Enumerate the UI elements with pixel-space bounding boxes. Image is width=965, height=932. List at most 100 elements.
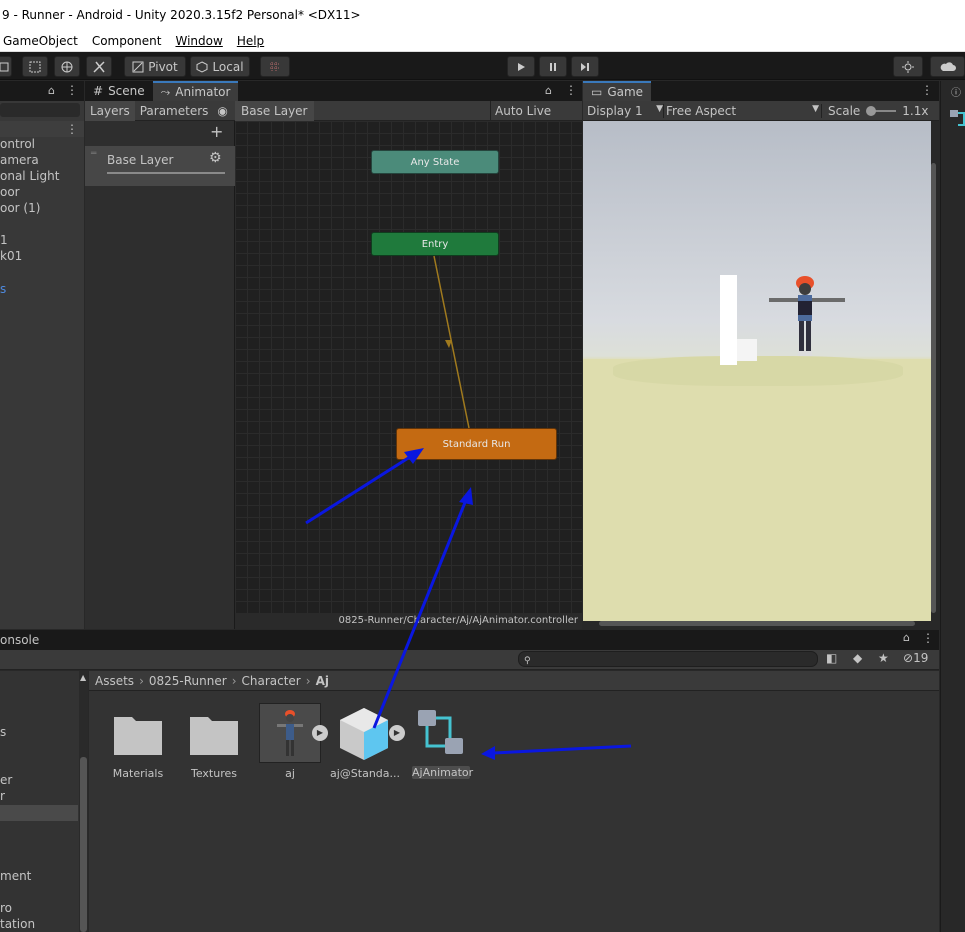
hierarchy-item[interactable]: amera xyxy=(0,153,39,167)
project-folder-tree: ▲ s er r ment ro tation xyxy=(0,671,88,932)
folder-item[interactable]: er xyxy=(0,773,12,787)
folder-item[interactable]: s xyxy=(0,725,6,739)
asset-label: aj xyxy=(285,767,295,780)
tab-animator[interactable]: ⤳ Animator xyxy=(152,81,239,101)
chevron-down-icon: ▼ xyxy=(812,103,819,114)
favorite-star-icon[interactable]: ★ xyxy=(878,651,889,665)
folder-icon[interactable] xyxy=(114,713,162,758)
hierarchy-item[interactable]: s xyxy=(0,282,6,296)
grid-snap-icon[interactable] xyxy=(260,56,290,77)
hierarchy-item[interactable]: onal Light xyxy=(0,169,59,183)
kebab-menu-icon[interactable]: ⋮ xyxy=(66,122,78,136)
hierarchy-item[interactable]: ontrol xyxy=(0,137,35,151)
tab-parameters[interactable]: Parameters xyxy=(135,104,214,118)
animator-tabbar: # Scene ⤳ Animator ⌂ ⋮ xyxy=(85,81,582,101)
tab-layers[interactable]: Layers xyxy=(85,100,135,121)
hidden-packages-icon[interactable]: ⊘19 xyxy=(903,651,928,665)
animator-graph[interactable]: Any State Entry Standard Run xyxy=(235,121,582,613)
menu-gameobject[interactable]: GameObject xyxy=(3,34,78,48)
transform-tool-icon[interactable] xyxy=(54,56,80,77)
selected-folder-row[interactable] xyxy=(0,805,78,821)
layer-row[interactable]: ═ Base Layer ⚙ xyxy=(85,146,235,186)
search-icon: ⚲ xyxy=(524,656,531,666)
transition-arrow[interactable] xyxy=(235,121,582,613)
game-view[interactable] xyxy=(583,121,931,621)
project-toolbar: ⚲ ◧ ◆ ★ ⊘19 xyxy=(0,650,939,670)
menu-component[interactable]: Component xyxy=(92,34,162,48)
pillar xyxy=(720,275,737,365)
kebab-menu-icon[interactable]: ⋮ xyxy=(66,83,78,97)
gamepad-icon: ▭ xyxy=(591,85,603,99)
layer-weight-slider[interactable] xyxy=(107,172,225,174)
eye-icon[interactable]: ◉ xyxy=(217,104,227,118)
horizontal-scrollbar[interactable] xyxy=(599,621,915,626)
vertical-scrollbar[interactable] xyxy=(79,671,88,932)
tab-scene[interactable]: # Scene xyxy=(85,81,153,101)
local-button[interactable]: Local xyxy=(190,56,250,77)
window-title: 9 - Runner - Android - Unity 2020.3.15f2… xyxy=(0,0,965,30)
pillar xyxy=(737,339,757,361)
expand-play-icon[interactable]: ▶ xyxy=(312,725,328,741)
chevron-up-icon[interactable]: ▲ xyxy=(80,673,86,682)
custom-tool-icon[interactable] xyxy=(86,56,112,77)
menu-window[interactable]: Window xyxy=(175,34,222,48)
project-breadcrumb: Assets › 0825-Runner › Character › Aj xyxy=(89,671,939,691)
pivot-button[interactable]: Pivot xyxy=(124,56,186,77)
tab-game[interactable]: ▭ Game xyxy=(583,81,652,101)
cloud-icon[interactable] xyxy=(930,56,965,77)
animator-controller-icon[interactable] xyxy=(415,707,467,764)
auto-live-link-button[interactable]: Auto Live Link xyxy=(490,101,582,138)
inspector-panel: ⓘ xyxy=(940,81,965,932)
services-icon[interactable] xyxy=(893,56,923,77)
bottom-tabbar: onsole ⌂ ⋮ xyxy=(0,630,939,650)
hierarchy-search-input[interactable] xyxy=(0,103,80,117)
hidden-count: 19 xyxy=(913,651,929,665)
display-dropdown[interactable]: Display 1 ▼ xyxy=(583,104,663,118)
breadcrumb-character[interactable]: Character xyxy=(242,674,301,688)
scale-label: Scale xyxy=(821,103,860,118)
filter-type-icon[interactable]: ◧ xyxy=(826,651,837,665)
breadcrumb-assets[interactable]: Assets xyxy=(95,674,134,688)
pause-button[interactable] xyxy=(539,56,567,77)
step-button[interactable] xyxy=(571,56,599,77)
kebab-menu-icon[interactable]: ⋮ xyxy=(565,83,577,97)
layer-name: Base Layer xyxy=(107,153,174,167)
tab-console[interactable]: onsole xyxy=(0,633,39,647)
breadcrumb[interactable]: Base Layer xyxy=(235,101,314,121)
breadcrumb-runner[interactable]: 0825-Runner xyxy=(149,674,227,688)
add-layer-icon[interactable]: + xyxy=(210,122,223,141)
folder-item[interactable]: ment xyxy=(0,869,31,883)
aspect-dropdown[interactable]: Free Aspect ▼ xyxy=(663,103,821,118)
expand-play-icon[interactable]: ▶ xyxy=(389,725,405,741)
project-search-input[interactable]: ⚲ xyxy=(518,651,818,667)
kebab-menu-icon[interactable]: ⋮ xyxy=(921,83,933,97)
hierarchy-item[interactable]: k01 xyxy=(0,249,22,263)
play-button[interactable] xyxy=(507,56,535,77)
vertical-scrollbar[interactable] xyxy=(931,163,936,613)
label-tag-icon[interactable]: ◆ xyxy=(853,651,862,665)
hierarchy-item[interactable]: oor (1) xyxy=(0,201,40,215)
rect-transform-icon[interactable] xyxy=(22,56,48,77)
kebab-menu-icon[interactable]: ⋮ xyxy=(922,631,934,645)
asset-label: aj@Standa... xyxy=(330,767,401,780)
hierarchy-item[interactable]: 1 xyxy=(0,233,8,247)
gear-icon[interactable]: ⚙ xyxy=(209,150,222,166)
drag-handle-icon[interactable]: ═ xyxy=(91,149,96,159)
lock-icon[interactable]: ⌂ xyxy=(48,84,55,97)
folder-item[interactable]: r xyxy=(0,789,5,803)
lock-icon[interactable]: ⌂ xyxy=(545,84,552,97)
hierarchy-item[interactable]: oor xyxy=(0,185,20,199)
animation-package-icon[interactable] xyxy=(336,704,392,765)
animator-window: # Scene ⤳ Animator ⌂ ⋮ Layers Parameters ◉… xyxy=(85,81,582,629)
info-icon[interactable]: ⓘ xyxy=(951,84,961,99)
folder-item[interactable]: tation xyxy=(0,917,35,931)
folder-item[interactable]: ro xyxy=(0,901,12,915)
controller-path: 0825-Runner/Character/Aj/AjAnimator.cont… xyxy=(235,613,582,629)
scale-slider[interactable] xyxy=(866,105,897,116)
rect-tool-icon[interactable] xyxy=(0,56,12,77)
folder-icon[interactable] xyxy=(190,713,238,758)
menu-help[interactable]: Help xyxy=(237,34,264,48)
character-model xyxy=(769,276,845,356)
breadcrumb-aj[interactable]: Aj xyxy=(316,674,329,688)
lock-icon[interactable]: ⌂ xyxy=(903,631,910,644)
